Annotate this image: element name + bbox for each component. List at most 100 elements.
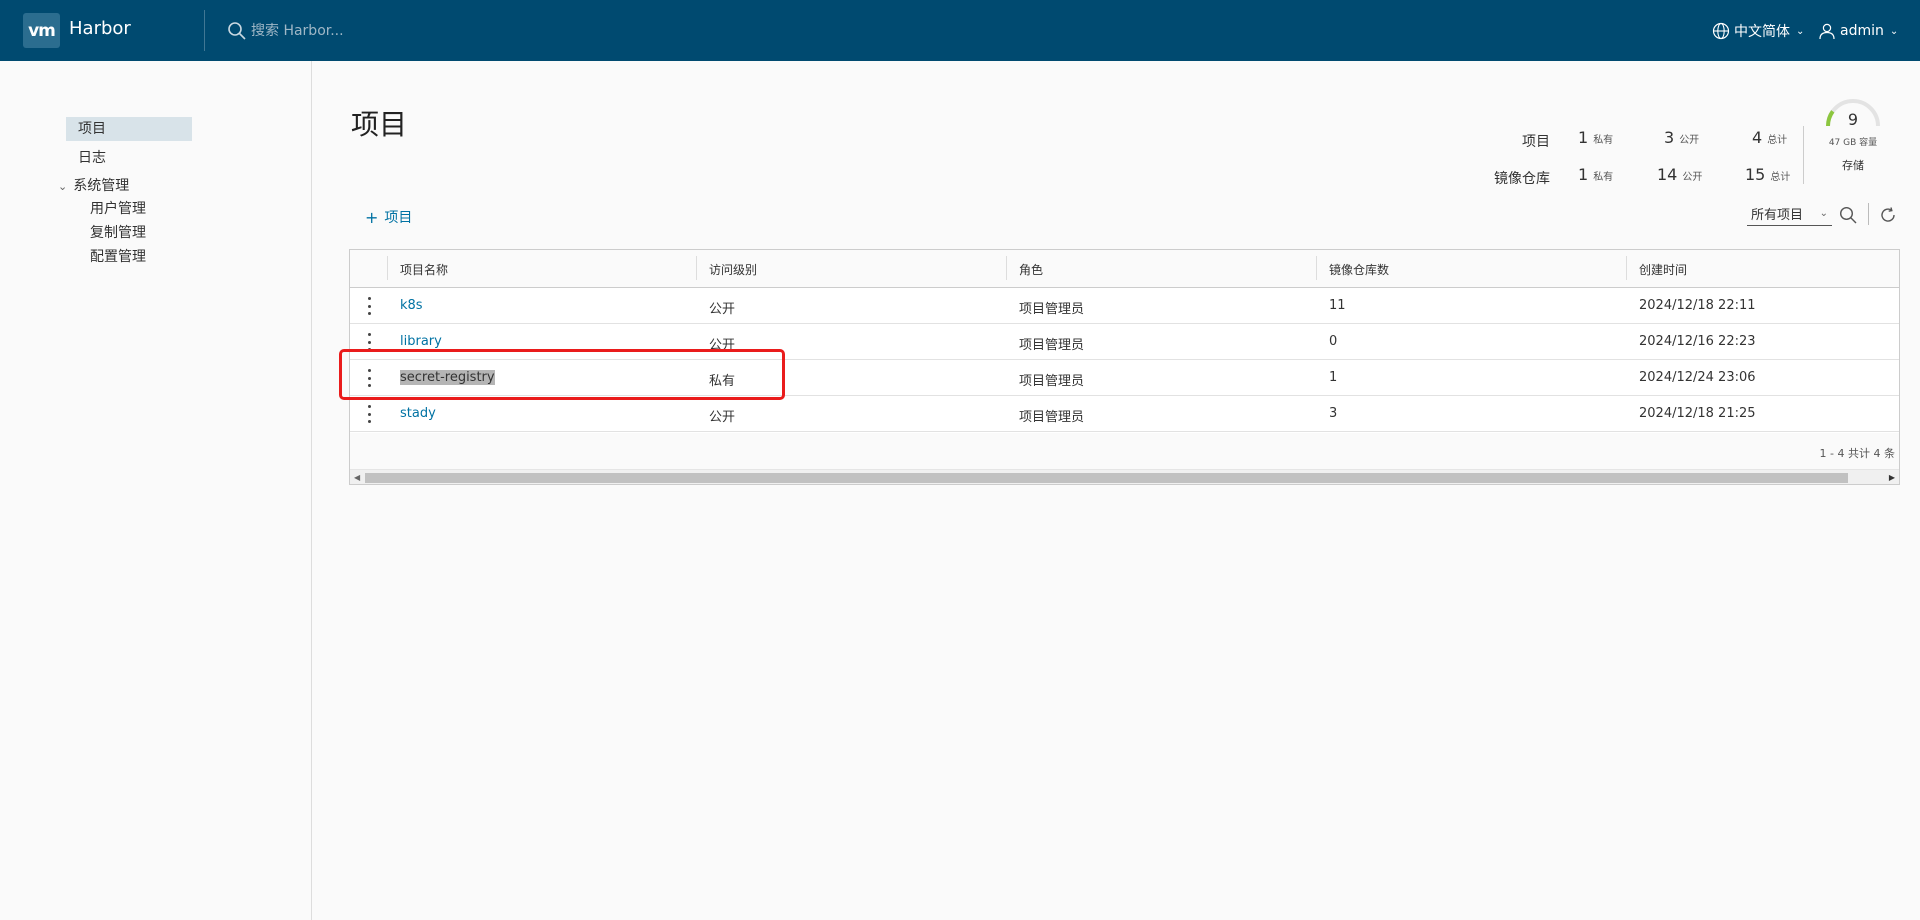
scroll-left-icon[interactable]: ◀ (354, 473, 360, 482)
sidebar-item-admin[interactable]: ⌄ 系统管理 (58, 174, 129, 198)
column-header-created[interactable]: 创建时间 (1639, 261, 1687, 278)
more-actions-icon[interactable] (366, 333, 372, 351)
column-header-name[interactable]: 项目名称 (400, 261, 448, 278)
access-level: 公开 (709, 410, 736, 425)
project-name-link[interactable]: k8s (400, 298, 423, 313)
stat-value: 4 (1752, 128, 1763, 147)
more-actions-icon[interactable] (366, 297, 372, 315)
global-search-input[interactable] (251, 19, 551, 43)
projects-private-stat: 1 私有 (1578, 128, 1613, 147)
column-separator (696, 256, 697, 280)
new-project-label: 项目 (384, 210, 413, 226)
stat-value: 15 (1745, 165, 1766, 184)
stat-unit: 私有 (1593, 135, 1614, 146)
role: 项目管理员 (1019, 410, 1085, 425)
projects-table: 项目名称 访问级别 角色 镜像仓库数 创建时间 k8s 公开 项目管理员 11 … (349, 249, 1900, 485)
scroll-right-icon[interactable]: ▶ (1889, 473, 1895, 482)
username-label: admin (1840, 23, 1884, 39)
column-header-repo-count[interactable]: 镜像仓库数 (1329, 261, 1389, 278)
more-actions-icon[interactable] (366, 369, 372, 387)
stat-unit: 总计 (1767, 135, 1788, 146)
repos-private-stat: 1 私有 (1578, 165, 1613, 184)
stat-value: 14 (1657, 165, 1678, 184)
table-row[interactable]: secret-registry 私有 项目管理员 1 2024/12/24 23… (350, 360, 1899, 396)
plus-icon: + (365, 207, 379, 227)
creation-time: 2024/12/18 21:25 (1639, 406, 1756, 421)
project-filter-select[interactable]: 所有项目 ⌄ (1747, 202, 1832, 226)
chevron-down-icon: ⌄ (1819, 208, 1828, 219)
projects-public-stat: 3 公开 (1664, 128, 1699, 147)
search-icon (228, 22, 246, 40)
creation-time: 2024/12/16 22:23 (1639, 334, 1756, 349)
stat-unit: 私有 (1593, 172, 1614, 183)
repos-public-stat: 14 公开 (1657, 165, 1702, 184)
language-selector[interactable]: 中文简体 ⌄ (1712, 19, 1804, 43)
sidebar-item-logs[interactable]: 日志 (78, 146, 106, 170)
column-header-access[interactable]: 访问级别 (709, 261, 757, 278)
new-project-button[interactable]: + 项目 (365, 207, 412, 227)
table-row[interactable]: library 公开 项目管理员 0 2024/12/16 22:23 (350, 324, 1899, 360)
repos-stat-label: 镜像仓库 (1494, 171, 1550, 187)
language-label: 中文简体 (1734, 24, 1790, 40)
sidebar-item-configuration[interactable]: 配置管理 (90, 245, 146, 269)
scrollbar-thumb[interactable] (365, 473, 1848, 483)
horizontal-scrollbar[interactable]: ◀ ▶ (350, 469, 1899, 484)
header-divider (204, 10, 205, 51)
role: 项目管理员 (1019, 302, 1085, 317)
repo-count: 11 (1329, 298, 1346, 313)
page-title: 项目 (351, 108, 408, 141)
table-header: 项目名称 访问级别 角色 镜像仓库数 创建时间 (350, 250, 1899, 288)
storage-value: 9 (1847, 110, 1859, 129)
project-name-link[interactable]: library (400, 334, 442, 349)
project-name-link[interactable]: secret-registry (400, 370, 495, 385)
role: 项目管理员 (1019, 374, 1085, 389)
user-icon (1819, 23, 1835, 40)
creation-time: 2024/12/18 22:11 (1639, 298, 1756, 313)
stat-unit: 公开 (1679, 135, 1700, 146)
access-level: 私有 (709, 374, 736, 389)
sidebar-item-replication[interactable]: 复制管理 (90, 221, 146, 245)
column-separator (387, 256, 388, 280)
vmware-logo[interactable]: vm (23, 13, 60, 48)
table-row[interactable]: k8s 公开 项目管理员 11 2024/12/18 22:11 (350, 288, 1899, 324)
column-separator (1006, 256, 1007, 280)
stats-divider (1803, 126, 1804, 184)
stat-value: 3 (1664, 128, 1675, 147)
storage-label: 存储 (1842, 159, 1864, 172)
chevron-down-icon: ⌄ (1796, 25, 1805, 37)
storage-capacity: 47 GB 容量 (1828, 138, 1878, 148)
chevron-down-icon: ⌄ (58, 180, 68, 193)
column-separator (1626, 256, 1627, 280)
role: 项目管理员 (1019, 338, 1085, 353)
search-icon[interactable] (1839, 206, 1857, 224)
globe-icon (1712, 22, 1730, 40)
sidebar-item-users[interactable]: 用户管理 (90, 197, 146, 221)
repo-count: 0 (1329, 334, 1338, 349)
column-header-role[interactable]: 角色 (1019, 261, 1043, 278)
repo-count: 3 (1329, 406, 1338, 421)
column-separator (1316, 256, 1317, 280)
stat-value: 1 (1578, 165, 1589, 184)
sidebar-item-projects[interactable]: 项目 (66, 117, 192, 141)
pagination-summary: 1 - 4 共计 4 条 (1819, 447, 1895, 460)
sidebar (0, 61, 312, 920)
filter-label: 所有项目 (1751, 208, 1804, 223)
brand-name[interactable]: Harbor (69, 18, 131, 39)
access-level: 公开 (709, 302, 736, 317)
repo-count: 1 (1329, 370, 1338, 385)
table-footer: 1 - 4 共计 4 条 (350, 433, 1899, 469)
toolbar-divider (1868, 203, 1869, 225)
chevron-down-icon: ⌄ (1889, 25, 1899, 37)
stat-unit: 总计 (1770, 172, 1791, 183)
sidebar-item-admin-label: 系统管理 (73, 178, 130, 194)
table-row[interactable]: stady 公开 项目管理员 3 2024/12/18 21:25 (350, 396, 1899, 432)
repos-total-stat: 15 总计 (1745, 165, 1790, 184)
user-menu[interactable]: admin ⌄ (1818, 19, 1898, 43)
projects-stat-label: 项目 (1522, 134, 1550, 150)
more-actions-icon[interactable] (366, 405, 372, 423)
refresh-icon[interactable] (1879, 206, 1897, 224)
project-name-link[interactable]: stady (400, 406, 436, 421)
top-header: vm Harbor 中文简体 ⌄ admin ⌄ (0, 0, 1920, 61)
projects-total-stat: 4 总计 (1752, 128, 1787, 147)
creation-time: 2024/12/24 23:06 (1639, 370, 1756, 385)
